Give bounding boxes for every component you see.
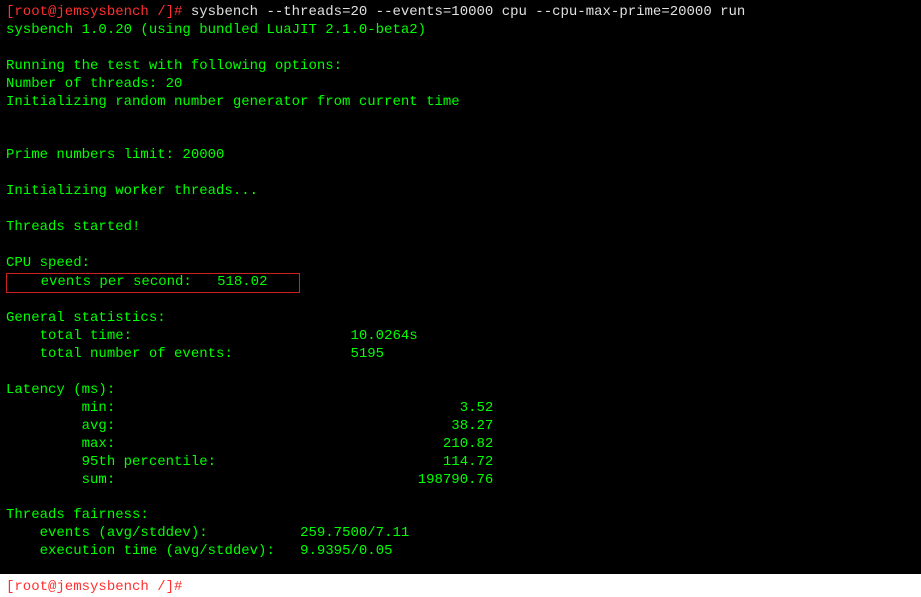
latency-min-value: 3.52 <box>460 400 494 416</box>
blank-line <box>6 165 915 183</box>
command-text: sysbench --threads=20 --events=10000 cpu… <box>191 4 746 20</box>
rng-line: Initializing random number generator fro… <box>6 94 915 112</box>
blank-line <box>6 237 915 255</box>
version-line: sysbench 1.0.20 (using bundled LuaJIT 2.… <box>6 22 915 40</box>
trailing-prompt: [root@jemsysbench /]# <box>6 579 182 595</box>
latency-p95-label: 95th percentile: <box>82 454 216 470</box>
blank-line <box>6 293 915 311</box>
fairness-exec-label: execution time (avg/stddev): <box>40 543 275 559</box>
total-time-row: total time: 10.0264s <box>6 328 915 346</box>
latency-max-row: max: 210.82 <box>6 436 915 454</box>
latency-sum-value: 198790.76 <box>418 472 494 488</box>
total-time-label: total time: <box>40 328 132 344</box>
options-header: Running the test with following options: <box>6 58 915 76</box>
latency-p95-row: 95th percentile: 114.72 <box>6 454 915 472</box>
latency-min-row: min: 3.52 <box>6 400 915 418</box>
latency-avg-value: 38.27 <box>451 418 493 434</box>
cpu-speed-header: CPU speed: <box>6 255 915 273</box>
total-events-row: total number of events: 5195 <box>6 346 915 364</box>
terminal-window[interactable]: [root@jemsysbench /]# sysbench --threads… <box>0 0 921 574</box>
threads-started-line: Threads started! <box>6 219 915 237</box>
latency-avg-label: avg: <box>82 418 116 434</box>
latency-header: Latency (ms): <box>6 382 915 400</box>
total-events-label: total number of events: <box>40 346 233 362</box>
fairness-header: Threads fairness: <box>6 507 915 525</box>
latency-max-label: max: <box>82 436 116 452</box>
fairness-exec-value: 9.9395/0.05 <box>300 543 392 559</box>
events-per-second-row: events per second: 518.02 <box>6 273 915 293</box>
eps-label: events per second: <box>41 274 192 290</box>
total-time-value: 10.0264s <box>350 328 417 344</box>
fairness-events-label: events (avg/stddev): <box>40 525 208 541</box>
general-stats-header: General statistics: <box>6 310 915 328</box>
total-events-value: 5195 <box>350 346 384 362</box>
blank-line <box>6 40 915 58</box>
fairness-exec-row: execution time (avg/stddev): 9.9395/0.05 <box>6 543 915 561</box>
blank-line <box>6 561 915 579</box>
fairness-events-row: events (avg/stddev): 259.7500/7.11 <box>6 525 915 543</box>
prompt-user-host: [root@jemsysbench /]# <box>6 4 182 20</box>
fairness-events-value: 259.7500/7.11 <box>300 525 409 541</box>
blank-line <box>6 111 915 129</box>
latency-avg-row: avg: 38.27 <box>6 418 915 436</box>
blank-line <box>6 201 915 219</box>
prompt-line: [root@jemsysbench /]# sysbench --threads… <box>6 4 915 22</box>
trailing-prompt-line: [root@jemsysbench /]# <box>6 579 915 597</box>
threads-line: Number of threads: 20 <box>6 76 915 94</box>
latency-sum-label: sum: <box>82 472 116 488</box>
latency-p95-value: 114.72 <box>443 454 493 470</box>
latency-sum-row: sum: 198790.76 <box>6 472 915 490</box>
blank-line <box>6 364 915 382</box>
latency-min-label: min: <box>82 400 116 416</box>
latency-max-value: 210.82 <box>443 436 493 452</box>
blank-line <box>6 129 915 147</box>
eps-value: 518.02 <box>217 274 267 290</box>
prime-line: Prime numbers limit: 20000 <box>6 147 915 165</box>
highlight-box: events per second: 518.02 <box>6 273 300 293</box>
blank-line <box>6 489 915 507</box>
init-workers-line: Initializing worker threads... <box>6 183 915 201</box>
